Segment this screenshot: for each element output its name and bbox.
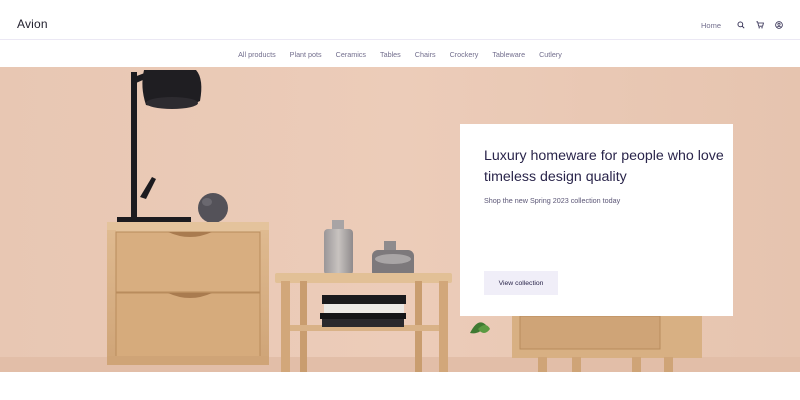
view-collection-button[interactable]: View collection xyxy=(484,271,558,295)
category-nav: All products Plant pots Ceramics Tables … xyxy=(0,41,800,67)
search-icon[interactable] xyxy=(736,20,746,30)
cart-icon[interactable] xyxy=(755,20,765,30)
category-cutlery[interactable]: Cutlery xyxy=(539,50,562,59)
category-tables[interactable]: Tables xyxy=(380,50,401,59)
top-right-nav: Home xyxy=(701,18,784,32)
user-icon[interactable] xyxy=(774,20,784,30)
hero-banner: Luxury homeware for people who love time… xyxy=(0,67,800,372)
category-ceramics[interactable]: Ceramics xyxy=(336,50,366,59)
top-bar: Avion Home xyxy=(0,0,800,40)
category-chairs[interactable]: Chairs xyxy=(415,50,436,59)
category-tableware[interactable]: Tableware xyxy=(492,50,525,59)
hero-card: Luxury homeware for people who love time… xyxy=(460,124,733,316)
home-link[interactable]: Home xyxy=(701,21,721,30)
category-all-products[interactable]: All products xyxy=(238,50,276,59)
hero-title: Luxury homeware for people who love time… xyxy=(484,148,724,185)
brand-logo[interactable]: Avion xyxy=(17,17,48,31)
category-plant-pots[interactable]: Plant pots xyxy=(290,50,322,59)
hero-subtitle: Shop the new Spring 2023 collection toda… xyxy=(484,196,621,205)
category-crockery[interactable]: Crockery xyxy=(450,50,479,59)
